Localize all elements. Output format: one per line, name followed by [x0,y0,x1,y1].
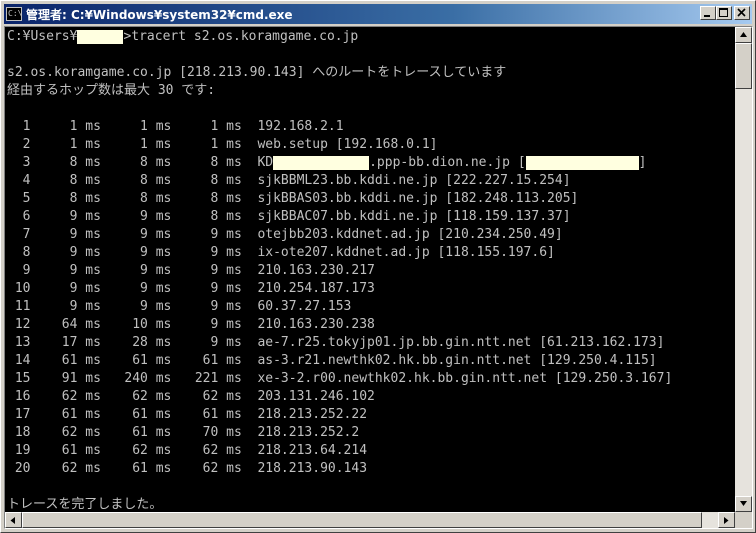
hop-row: 17 61 ms 61 ms 61 ms 218.213.252.22 [7,407,368,422]
hop-row: 19 61 ms 62 ms 62 ms 218.213.64.214 [7,443,368,458]
prompt-prefix: C:¥Users¥ [7,29,78,44]
hop-row: 14 61 ms 61 ms 61 ms as-3.r21.newthk02.h… [7,353,657,368]
hop-row: 18 62 ms 61 ms 70 ms 218.213.252.2 [7,425,360,440]
scroll-left-button[interactable] [5,512,22,528]
hop-row: 2 1 ms 1 ms 1 ms web.setup [192.168.0.1] [7,137,438,152]
console-output[interactable]: C:¥Users¥ >tracert s2.os.koramgame.co.jp … [5,27,735,512]
console-icon[interactable]: C:\ [6,7,22,21]
redacted-username [77,29,124,44]
redacted-hostname [273,155,370,170]
arrow-up-icon [740,32,747,37]
prompt-command: >tracert s2.os.koramgame.co.jp [123,29,359,44]
hop-3-middle: .ppp-bb.dion.ne.jp [ [369,155,526,170]
title-buttons [700,6,750,20]
horizontal-scroll-thumb[interactable] [22,512,702,528]
cmd-window: C:\ 管理者: C:¥Windows¥system32¥cmd.exe C:¥… [0,0,756,533]
minimize-icon [704,15,710,17]
arrow-down-icon [740,501,747,506]
console-frame: C:¥Users¥ >tracert s2.os.koramgame.co.jp … [4,26,753,529]
hop-row: 10 9 ms 9 ms 9 ms 210.254.187.173 [7,281,375,296]
redacted-ip [525,155,639,170]
hop-row: 3 8 ms 8 ms 8 ms KD .ppp-bb.dion.ne.jp [] [7,154,735,172]
vertical-scrollbar[interactable] [735,27,752,512]
scroll-up-button[interactable] [735,27,752,43]
hop-row: 4 8 ms 8 ms 8 ms sjkBBML23.bb.kddi.ne.jp… [7,173,571,188]
scrollbar-corner [735,512,752,528]
prompt-line: C:¥Users¥ >tracert s2.os.koramgame.co.jp [7,28,735,46]
maximize-icon [719,8,728,17]
hop-row: 9 9 ms 9 ms 9 ms 210.163.230.217 [7,263,375,278]
horizontal-scrollbar[interactable] [5,512,735,528]
completion-message: トレースを完了しました。 [7,497,163,512]
arrow-left-icon [10,517,15,524]
window-title: 管理者: C:¥Windows¥system32¥cmd.exe [26,7,293,22]
hop-row: 5 8 ms 8 ms 8 ms sjkBBAS03.bb.kddi.ne.jp… [7,191,579,206]
max-hops-line: 経由するホップ数は最大 30 です: [7,83,216,98]
hop-row: 16 62 ms 62 ms 62 ms 203.131.246.102 [7,389,375,404]
arrow-right-icon [724,517,729,524]
minimize-button[interactable] [700,6,716,20]
hop-row: 6 9 ms 9 ms 8 ms sjkBBAC07.bb.kddi.ne.jp… [7,209,571,224]
hop-row: 13 17 ms 28 ms 9 ms ae-7.r25.tokyjp01.jp… [7,335,665,350]
vertical-scroll-thumb[interactable] [735,43,752,89]
hop-row: 1 1 ms 1 ms 1 ms 192.168.2.1 [7,119,344,134]
close-button[interactable] [734,6,750,20]
maximize-button[interactable] [716,6,732,20]
hop-3-prefix: 3 8 ms 8 ms 8 ms KD [7,155,274,170]
hop-row: 15 91 ms 240 ms 221 ms xe-3-2.r00.newthk… [7,371,673,386]
hop-row: 20 62 ms 61 ms 62 ms 218.213.90.143 [7,461,368,476]
hop-row: 7 9 ms 9 ms 9 ms otejbb203.kddnet.ad.jp … [7,227,563,242]
trace-header: s2.os.koramgame.co.jp [218.213.90.143] へ… [7,65,507,80]
scroll-down-button[interactable] [735,496,752,512]
hop-3-suffix: ] [638,155,647,170]
hop-row: 11 9 ms 9 ms 9 ms 60.37.27.153 [7,299,352,314]
close-icon [737,8,746,17]
hop-row: 8 9 ms 9 ms 9 ms ix-ote207.kddnet.ad.jp … [7,245,555,260]
hop-row: 12 64 ms 10 ms 9 ms 210.163.230.238 [7,317,375,332]
title-bar[interactable]: C:\ 管理者: C:¥Windows¥system32¥cmd.exe [4,4,752,24]
scroll-right-button[interactable] [718,512,735,528]
